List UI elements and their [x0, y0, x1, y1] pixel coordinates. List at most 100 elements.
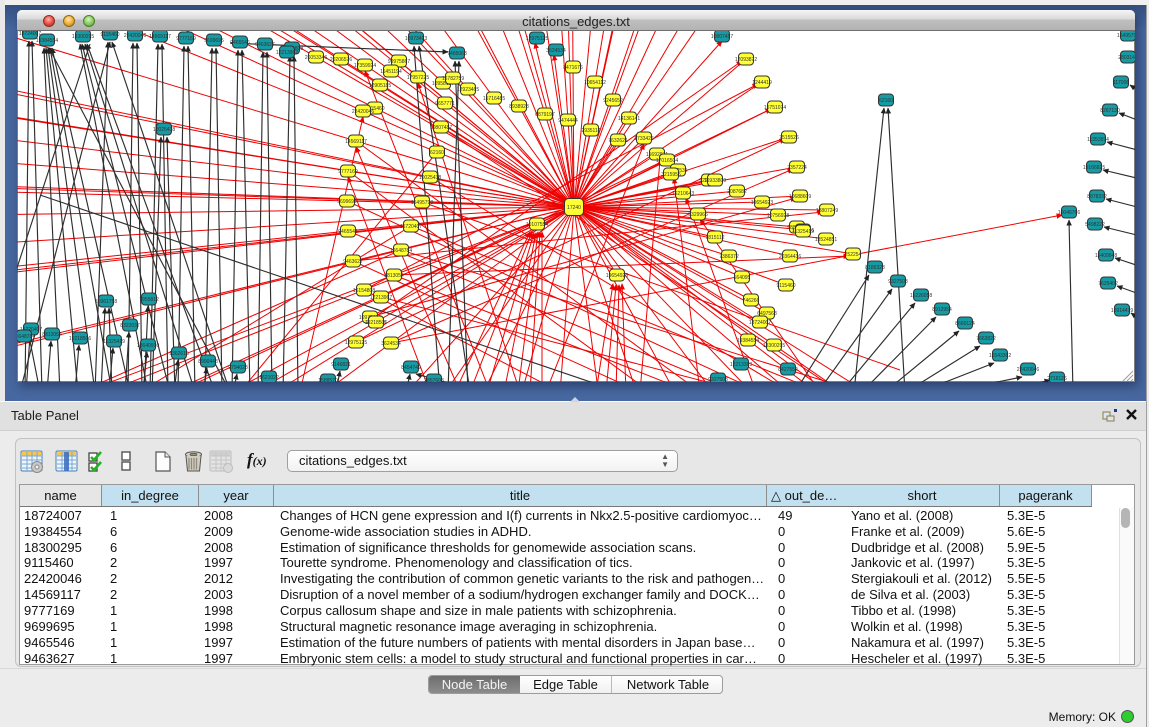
- svg-text:9777169: 9777169: [338, 169, 358, 175]
- svg-text:13524851: 13524851: [815, 237, 837, 243]
- svg-text:2087682: 2087682: [727, 189, 747, 195]
- svg-text:1815112: 1815112: [705, 235, 724, 241]
- svg-text:117006: 117006: [1113, 80, 1130, 86]
- svg-text:19218506: 19218506: [69, 336, 91, 342]
- svg-text:2935114: 2935114: [581, 128, 600, 134]
- svg-text:16782759: 16782759: [442, 76, 464, 82]
- svg-text:9463627: 9463627: [255, 42, 275, 48]
- svg-text:16210643: 16210643: [672, 191, 694, 197]
- svg-text:8990448: 8990448: [198, 359, 218, 365]
- svg-text:18300295: 18300295: [763, 343, 785, 349]
- svg-text:10107554: 10107554: [526, 222, 548, 228]
- svg-text:19654923: 19654923: [606, 273, 628, 279]
- svg-text:10025438: 10025438: [153, 127, 175, 133]
- svg-text:7386372: 7386372: [719, 254, 739, 260]
- svg-text:12975125: 12975125: [526, 36, 548, 42]
- svg-text:17240: 17240: [567, 205, 581, 211]
- svg-text:7955812: 7955812: [139, 297, 159, 303]
- svg-text:5498222: 5498222: [1085, 222, 1105, 228]
- svg-text:9115460: 9115460: [100, 32, 119, 38]
- svg-text:62160: 62160: [879, 98, 893, 104]
- svg-text:16914479: 16914479: [1111, 308, 1133, 314]
- svg-text:19384554: 19384554: [36, 38, 58, 44]
- svg-text:6879197: 6879197: [535, 112, 555, 118]
- svg-text:8813054: 8813054: [384, 273, 404, 279]
- svg-text:8322037: 8322037: [120, 323, 140, 329]
- svg-text:9327503: 9327503: [888, 279, 908, 285]
- svg-text:16154808: 16154808: [353, 288, 375, 294]
- svg-text:8186323: 8186323: [865, 265, 885, 271]
- svg-text:9329966: 9329966: [688, 212, 708, 218]
- svg-text:15495798: 15495798: [411, 200, 433, 206]
- svg-text:99975867: 99975867: [388, 59, 410, 65]
- svg-text:14569117: 14569117: [149, 34, 171, 40]
- svg-text:19166825: 19166825: [1083, 165, 1105, 171]
- svg-text:10756928: 10756928: [767, 213, 789, 219]
- svg-text:9657771: 9657771: [435, 101, 455, 107]
- svg-text:7515526: 7515526: [779, 135, 799, 141]
- svg-text:12213363: 12213363: [730, 362, 752, 368]
- svg-text:10046766: 10046766: [1058, 210, 1080, 216]
- svg-text:12093872: 12093872: [735, 57, 757, 63]
- svg-text:7357224: 7357224: [787, 165, 807, 171]
- svg-text:9327508: 9327508: [708, 377, 728, 382]
- svg-text:1733426: 1733426: [634, 136, 654, 142]
- svg-text:14136141: 14136141: [618, 116, 640, 122]
- svg-text:8813054: 8813054: [42, 332, 62, 338]
- svg-text:1244419: 1244419: [752, 80, 772, 86]
- svg-text:8267130: 8267130: [1100, 108, 1120, 114]
- svg-text:164095: 164095: [734, 275, 751, 281]
- svg-text:18640910: 18640910: [137, 343, 159, 349]
- svg-text:11451194: 11451194: [380, 69, 402, 75]
- svg-text:15495798: 15495798: [1117, 33, 1135, 39]
- svg-text:62160: 62160: [430, 150, 444, 156]
- svg-text:11325419: 11325419: [792, 229, 814, 235]
- svg-text:7625402: 7625402: [1098, 281, 1118, 287]
- svg-text:22420046: 22420046: [352, 109, 374, 115]
- svg-text:10807487: 10807487: [430, 125, 452, 131]
- svg-text:15716485: 15716485: [483, 96, 505, 102]
- svg-text:8471676: 8471676: [563, 65, 583, 71]
- svg-text:1621022: 1621022: [259, 375, 279, 381]
- svg-text:8660124: 8660124: [955, 321, 975, 327]
- svg-text:18724007: 18724007: [19, 31, 41, 37]
- svg-text:9465546: 9465546: [230, 40, 250, 46]
- svg-text:11353594: 11353594: [1087, 137, 1109, 143]
- svg-text:10973493: 10973493: [405, 36, 427, 42]
- svg-text:22420046: 22420046: [1017, 367, 1039, 373]
- svg-text:14569117: 14569117: [345, 139, 367, 145]
- svg-text:11325419: 11325419: [103, 339, 125, 345]
- svg-text:9699695: 9699695: [204, 38, 224, 44]
- svg-text:19654923: 19654923: [751, 200, 773, 206]
- svg-text:16648784: 16648784: [390, 248, 412, 254]
- svg-text:12213967: 12213967: [370, 295, 392, 301]
- svg-text:20364436: 20364436: [779, 254, 801, 260]
- svg-text:12975125: 12975125: [345, 340, 367, 346]
- svg-text:26053346: 26053346: [305, 55, 327, 61]
- svg-text:12213967: 12213967: [276, 50, 298, 56]
- svg-text:19218506: 19218506: [365, 320, 387, 326]
- svg-text:10807487: 10807487: [711, 34, 733, 40]
- svg-text:20206576: 20206576: [330, 57, 352, 63]
- svg-text:16933809: 16933809: [704, 178, 726, 184]
- svg-text:9777169: 9777169: [176, 36, 196, 42]
- svg-text:17359924: 17359924: [354, 63, 376, 69]
- svg-text:12905185: 12905185: [369, 83, 391, 89]
- svg-text:3624534: 3624534: [546, 48, 566, 54]
- svg-text:9699695: 9699695: [337, 199, 357, 205]
- svg-text:252254: 252254: [845, 252, 862, 258]
- svg-text:2803144: 2803144: [1118, 55, 1135, 61]
- svg-text:12923465: 12923465: [457, 87, 479, 93]
- svg-text:15720407: 15720407: [400, 224, 422, 230]
- svg-text:8454749: 8454749: [401, 365, 421, 371]
- svg-text:18807249: 18807249: [816, 208, 838, 214]
- svg-text:9794028: 9794028: [228, 365, 248, 371]
- svg-text:1588520: 1588520: [318, 378, 338, 382]
- svg-text:8912954: 8912954: [932, 307, 952, 313]
- svg-text:18724007: 18724007: [749, 320, 771, 326]
- svg-text:7632621: 7632621: [608, 138, 628, 144]
- svg-text:19384554: 19384554: [737, 338, 759, 344]
- svg-text:10654112: 10654112: [584, 80, 606, 86]
- svg-text:3624534: 3624534: [381, 341, 401, 347]
- svg-text:8938923: 8938923: [509, 104, 529, 110]
